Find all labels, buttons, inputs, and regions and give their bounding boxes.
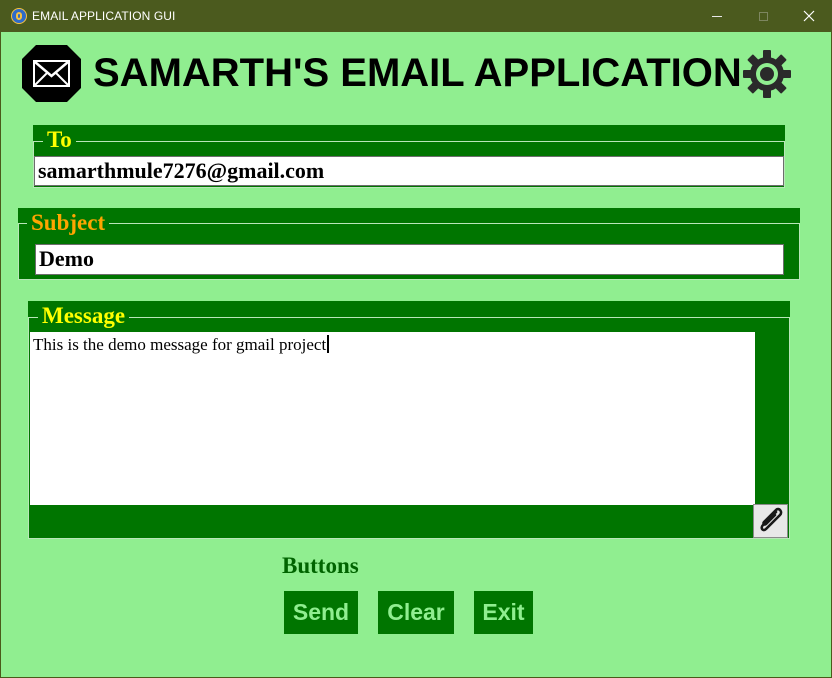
close-icon <box>803 10 815 22</box>
message-frame: Message This is the demo message for gma… <box>28 301 790 539</box>
gear-icon[interactable] <box>743 50 791 98</box>
subject-input[interactable]: Demo <box>35 244 784 275</box>
message-text: This is the demo message for gmail proje… <box>33 335 327 354</box>
mail-icon <box>22 45 81 102</box>
exit-button[interactable]: Exit <box>474 591 533 634</box>
to-frame: To samarthmule7276@gmail.com <box>33 125 785 188</box>
minimize-button[interactable] <box>694 0 740 32</box>
subject-frame: Subject Demo <box>18 208 800 280</box>
app-icon <box>11 8 27 24</box>
maximize-button[interactable] <box>740 0 786 32</box>
clear-button[interactable]: Clear <box>378 591 454 634</box>
window-title: EMAIL APPLICATION GUI <box>32 9 176 23</box>
buttons-label: Buttons <box>282 553 359 578</box>
minimize-icon <box>712 15 722 17</box>
message-label: Message <box>38 303 130 329</box>
to-input[interactable]: samarthmule7276@gmail.com <box>34 156 784 186</box>
message-textarea[interactable]: This is the demo message for gmail proje… <box>30 332 755 505</box>
to-label: To <box>43 127 76 153</box>
maximize-icon <box>758 11 768 21</box>
close-button[interactable] <box>786 0 832 32</box>
send-button[interactable]: Send <box>284 591 358 634</box>
paperclip-icon <box>759 507 782 532</box>
subject-label: Subject <box>27 210 110 236</box>
page-title: SAMARTH'S EMAIL APPLICATION <box>93 51 742 95</box>
text-cursor <box>327 335 330 353</box>
attach-button[interactable] <box>753 504 788 538</box>
title-bar[interactable]: EMAIL APPLICATION GUI <box>0 0 832 32</box>
